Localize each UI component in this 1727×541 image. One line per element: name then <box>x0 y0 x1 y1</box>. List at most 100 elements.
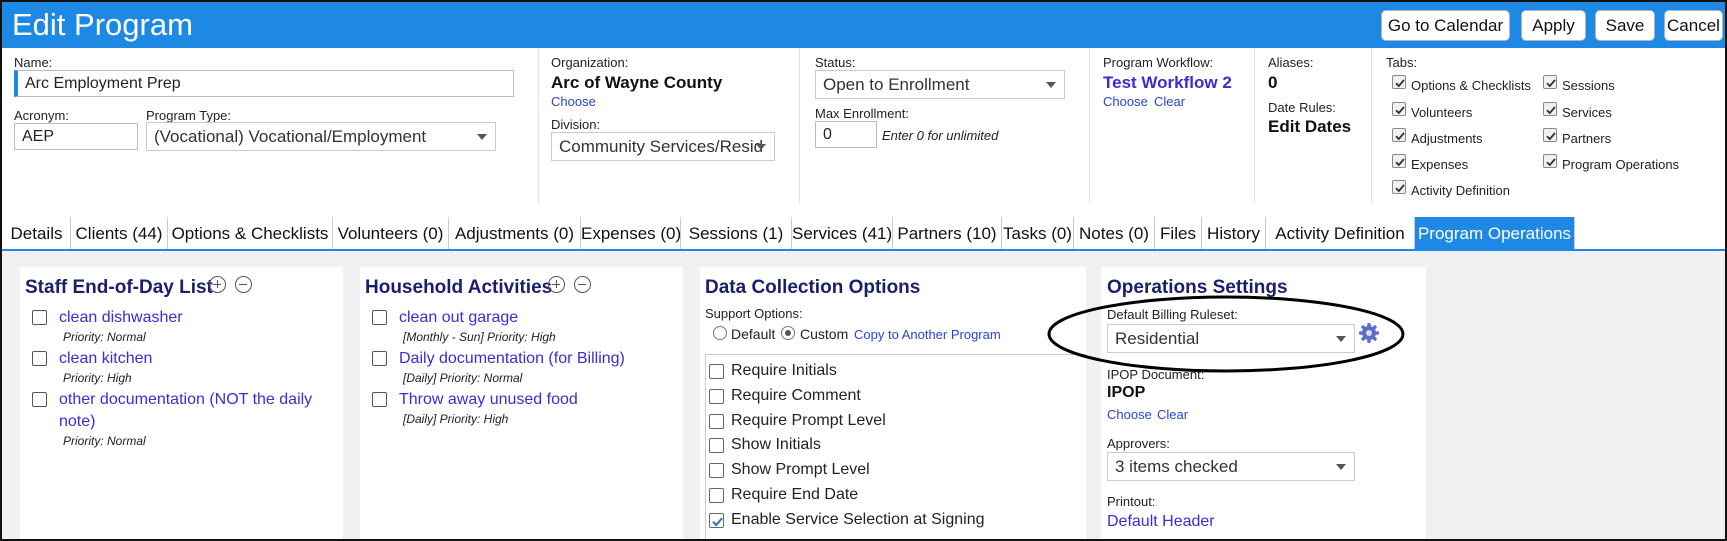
tab-visibility-checkbox[interactable] <box>1392 102 1406 116</box>
item-checkbox[interactable] <box>32 351 47 366</box>
divider <box>1371 48 1372 204</box>
apply-button[interactable]: Apply <box>1521 10 1586 41</box>
item-checkbox[interactable] <box>372 310 387 325</box>
requirement-checkbox[interactable] <box>709 512 724 528</box>
item-link[interactable]: clean dishwasher <box>59 307 324 329</box>
tab-visibility-label: Adjustments <box>1411 131 1483 146</box>
cancel-button[interactable]: Cancel <box>1664 10 1723 41</box>
requirement-checkbox[interactable] <box>709 463 724 479</box>
divider <box>1089 48 1090 204</box>
item-meta: Priority: High <box>63 371 132 385</box>
requirement-checkbox[interactable] <box>709 364 724 379</box>
add-circle-icon[interactable] <box>209 276 226 293</box>
printout-header-link[interactable]: Default Header <box>1107 511 1215 533</box>
item-checkbox[interactable] <box>372 392 387 407</box>
workflow-choose-link[interactable]: Choose <box>1103 94 1148 109</box>
tab-visibility-checkbox[interactable] <box>1392 128 1406 142</box>
save-button[interactable]: Save <box>1595 10 1655 41</box>
max-enrollment-input[interactable]: 0 <box>815 121 877 148</box>
tab-visibility-checkbox[interactable] <box>1392 154 1406 168</box>
workflow-label: Program Workflow: <box>1103 55 1214 70</box>
tabs-label: Tabs: <box>1386 55 1418 70</box>
tab-partners-10[interactable]: Partners (10) <box>893 217 1002 250</box>
add-circle-icon[interactable] <box>548 276 565 293</box>
chevron-down-icon <box>1046 82 1056 88</box>
item-checkbox[interactable] <box>32 310 47 325</box>
tab-volunteers-0[interactable]: Volunteers (0) <box>333 217 449 250</box>
remove-circle-icon[interactable] <box>235 276 252 293</box>
approvers-value: 3 items checked <box>1115 457 1238 476</box>
item-link[interactable]: Throw away unused food <box>399 389 679 411</box>
custom-radio-label: Custom <box>800 326 849 342</box>
requirement-checkbox[interactable] <box>709 438 724 454</box>
remove-circle-icon[interactable] <box>574 276 591 293</box>
workflow-clear-link[interactable]: Clear <box>1154 94 1185 109</box>
tab-visibility-checkbox[interactable] <box>1392 75 1406 89</box>
divider <box>799 48 800 204</box>
requirement-checkbox[interactable] <box>709 388 724 404</box>
tab-visibility-checkbox[interactable] <box>1543 102 1557 116</box>
item-link[interactable]: Daily documentation (for Billing) <box>399 348 679 370</box>
tab-details[interactable]: Details <box>3 217 71 250</box>
tab-expenses-0[interactable]: Expenses (0) <box>581 217 681 250</box>
program-type-value: (Vocational) Vocational/Employment <box>154 127 427 146</box>
chevron-down-icon <box>477 134 487 140</box>
tab-visibility-checkbox[interactable] <box>1543 128 1557 142</box>
go-to-calendar-button[interactable]: Go to Calendar <box>1381 10 1510 41</box>
custom-radio[interactable] <box>781 326 795 340</box>
chevron-down-icon <box>756 144 766 150</box>
acronym-label: Acronym: <box>14 108 69 123</box>
edit-program-window: Edit Program Go to Calendar Apply Save C… <box>0 0 1727 541</box>
organization-choose-link[interactable]: Choose <box>551 94 596 109</box>
household-title: Household Activities <box>365 277 553 298</box>
max-enrollment-hint: Enter 0 for unlimited <box>882 128 999 143</box>
ipop-choose-link[interactable]: Choose <box>1107 407 1152 422</box>
tab-visibility-checkbox[interactable] <box>1392 180 1406 194</box>
organization-label: Organization: <box>551 55 629 70</box>
name-input[interactable]: Arc Employment Prep <box>14 70 514 97</box>
tab-tasks-0[interactable]: Tasks (0) <box>1002 217 1074 250</box>
approvers-select[interactable]: 3 items checked <box>1107 452 1355 481</box>
divider <box>1254 48 1255 204</box>
item-link[interactable]: clean kitchen <box>59 348 324 370</box>
tab-services-41[interactable]: Services (41) <box>792 217 893 250</box>
requirement-checkbox[interactable] <box>709 413 724 429</box>
tab-program-operations[interactable]: Program Operations <box>1415 217 1575 250</box>
item-link[interactable]: clean out garage <box>399 307 679 329</box>
tab-clients-44[interactable]: Clients (44) <box>71 217 168 250</box>
max-enrollment-label: Max Enrollment: <box>815 106 909 121</box>
data-collection-title: Data Collection Options <box>705 277 921 298</box>
requirement-checkbox[interactable] <box>709 488 724 503</box>
item-checkbox[interactable] <box>372 351 387 366</box>
tab-files[interactable]: Files <box>1155 217 1202 250</box>
ipop-clear-link[interactable]: Clear <box>1157 407 1188 422</box>
division-select[interactable]: Community Services/Resid <box>551 132 775 161</box>
item-link[interactable]: other documentation (NOT the daily note) <box>59 389 324 433</box>
tab-options-checklists[interactable]: Options & Checklists <box>168 217 333 250</box>
program-type-select[interactable]: (Vocational) Vocational/Employment <box>146 122 496 151</box>
tab-sessions-1[interactable]: Sessions (1) <box>681 217 792 250</box>
division-label: Division: <box>551 117 601 132</box>
tab-history[interactable]: History <box>1202 217 1266 250</box>
default-radio-label: Default <box>731 326 776 342</box>
tab-visibility-checkbox[interactable] <box>1543 75 1557 89</box>
program-type-label: Program Type: <box>146 108 232 123</box>
aliases-value: 0 <box>1268 73 1278 92</box>
acronym-input[interactable]: AEP <box>14 123 138 150</box>
copy-to-another-program-link[interactable]: Copy to Another Program <box>854 327 1001 342</box>
workflow-value[interactable]: Test Workflow 2 <box>1103 73 1232 93</box>
default-radio[interactable] <box>713 326 727 340</box>
status-select[interactable]: Open to Enrollment <box>815 70 1065 99</box>
requirement-label: Require Comment <box>731 386 861 404</box>
date-rules-link[interactable]: Edit Dates <box>1268 117 1351 137</box>
tab-visibility-label: Sessions <box>1562 78 1615 93</box>
tab-activity-definition[interactable]: Activity Definition <box>1266 217 1415 250</box>
data-collection-panel: Data Collection Options Support Options:… <box>700 267 1086 539</box>
ipop-document-value: IPOP <box>1107 384 1146 401</box>
requirement-label: Enable Service Selection at Signing <box>731 510 985 528</box>
tab-notes-0[interactable]: Notes (0) <box>1074 217 1155 250</box>
tab-visibility-checkbox[interactable] <box>1543 154 1557 168</box>
divider <box>538 48 539 204</box>
item-checkbox[interactable] <box>32 392 47 407</box>
tab-adjustments-0[interactable]: Adjustments (0) <box>449 217 581 250</box>
